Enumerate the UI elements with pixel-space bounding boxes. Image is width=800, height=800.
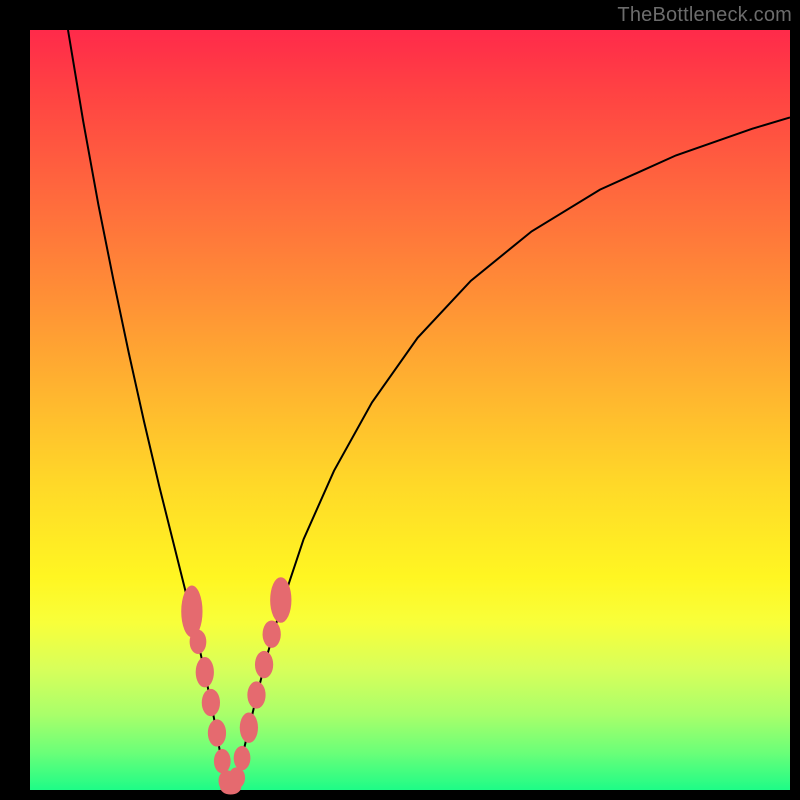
data-markers [181,577,291,794]
data-marker [263,621,281,648]
data-marker [234,746,251,770]
data-marker [214,749,231,773]
data-marker [190,630,207,654]
data-marker [196,657,214,687]
data-marker [255,651,273,678]
data-marker [202,689,220,716]
data-marker [270,577,291,623]
data-marker [228,767,245,788]
curve-right-branch [234,117,790,787]
chart-frame: TheBottleneck.com [0,0,800,800]
data-marker [208,719,226,746]
data-marker [240,712,258,742]
plot-area [30,30,790,790]
chart-svg [30,30,790,790]
data-marker [181,586,202,638]
watermark-text: TheBottleneck.com [617,4,792,27]
data-marker [247,681,265,708]
